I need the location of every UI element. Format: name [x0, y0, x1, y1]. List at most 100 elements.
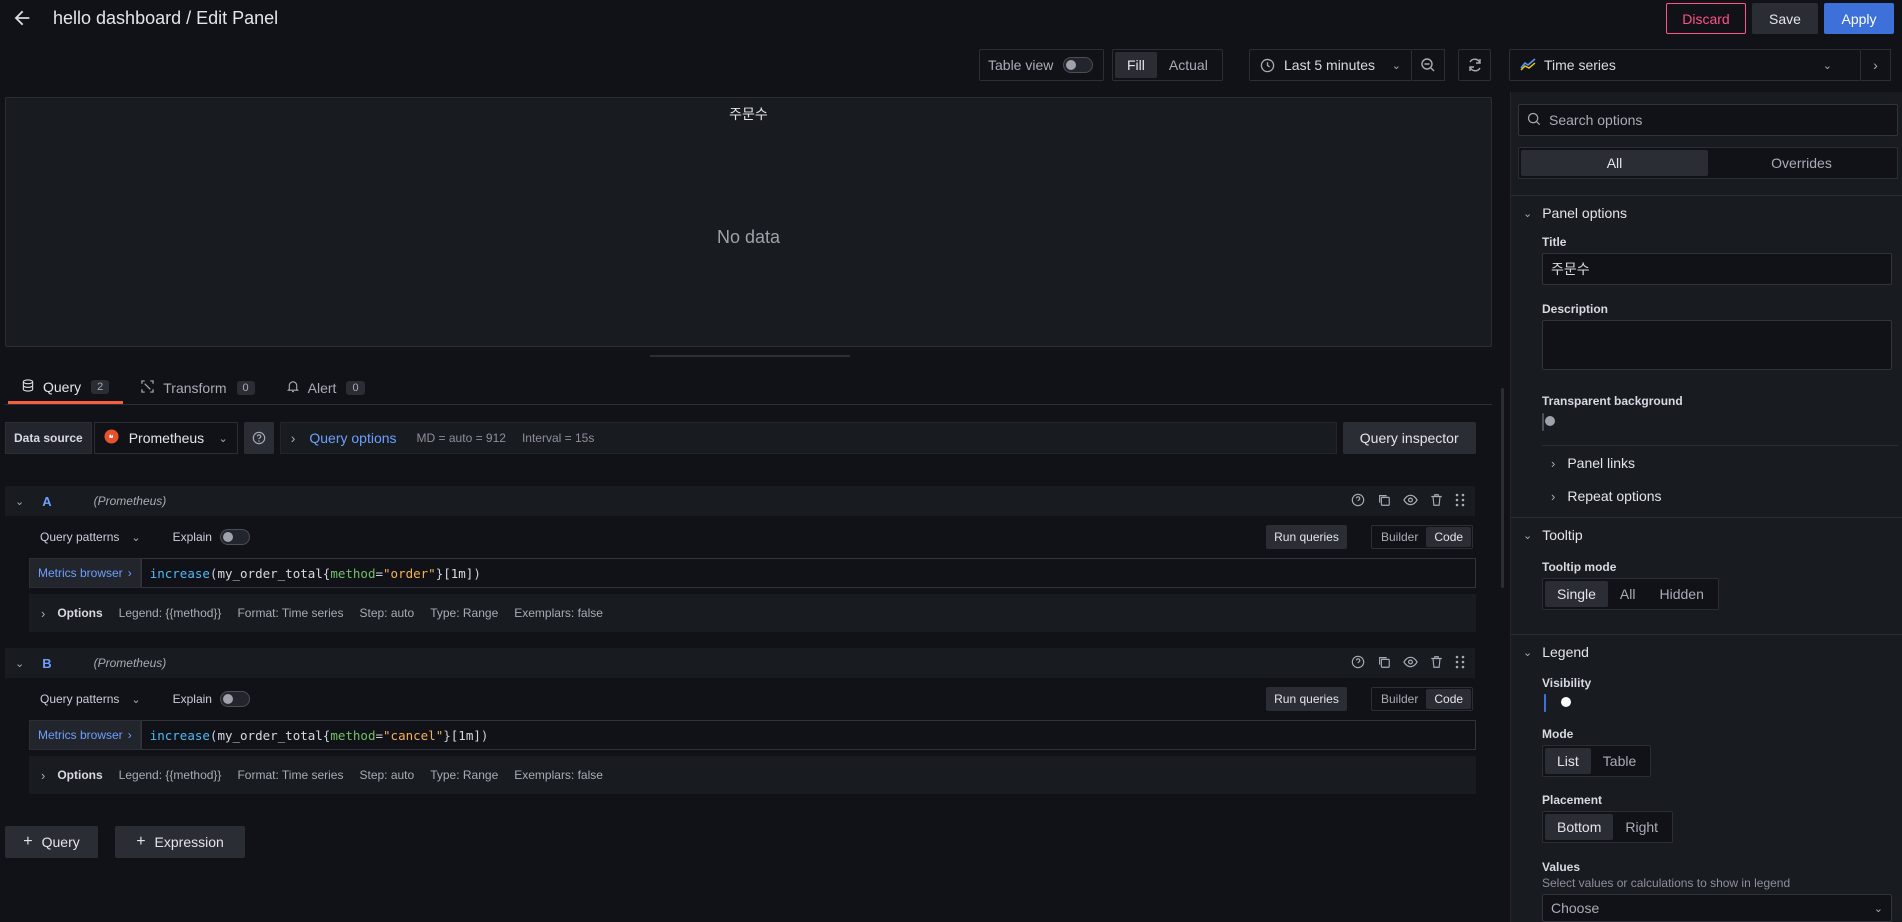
duplicate-icon[interactable] — [1377, 493, 1391, 510]
chevron-down-icon: ⌄ — [1523, 529, 1533, 542]
collapse-options-icon[interactable]: › — [1861, 49, 1891, 81]
run-queries-button-a[interactable]: Run queries — [1266, 525, 1347, 549]
query-options-b[interactable]: › Options Legend: {{method}} Format: Tim… — [29, 756, 1476, 794]
refresh-icon[interactable] — [1458, 49, 1491, 81]
duplicate-icon[interactable] — [1377, 655, 1391, 672]
query-editor-b[interactable]: increase(my_order_total{method = "cancel"}… — [140, 720, 1476, 750]
legend-mode-switch[interactable]: List Table — [1542, 745, 1652, 777]
panel-preview: 주문수 No data — [5, 97, 1492, 347]
zoom-out-icon[interactable] — [1412, 49, 1445, 81]
trash-icon[interactable] — [1430, 655, 1443, 672]
description-textarea[interactable] — [1542, 320, 1892, 370]
tooltip-mode-switch[interactable]: Single All Hidden — [1542, 578, 1719, 610]
chevron-down-icon[interactable]: ⌄ — [15, 495, 24, 508]
time-range-picker[interactable]: Last 5 minutes ⌄ — [1249, 49, 1412, 81]
tooltip-mode-all[interactable]: All — [1608, 581, 1648, 607]
query-patterns-b[interactable]: Query patterns — [40, 692, 119, 706]
legend-mode-table[interactable]: Table — [1591, 748, 1648, 774]
metrics-browser-label: Metrics browser — [38, 728, 123, 742]
datasource-picker[interactable]: Prometheus ⌄ — [93, 422, 238, 454]
add-query-button[interactable]: + Query — [5, 826, 98, 858]
query-options-a[interactable]: › Options Legend: {{method}} Format: Tim… — [29, 594, 1476, 632]
explain-toggle-b[interactable] — [219, 691, 250, 707]
chevron-down-icon[interactable]: ⌄ — [15, 657, 24, 670]
panel-links-header[interactable]: › Panel links — [1551, 450, 1635, 476]
panel-options-label: Panel options — [1542, 205, 1628, 221]
actual-option[interactable]: Actual — [1157, 52, 1220, 78]
query-patterns-a[interactable]: Query patterns — [40, 530, 119, 544]
option-step: Step: auto — [359, 768, 415, 782]
search-options-input[interactable]: Search options — [1518, 104, 1898, 136]
metrics-browser-button-b[interactable]: Metrics browser › — [29, 720, 141, 750]
drag-handle-icon[interactable] — [1455, 493, 1465, 510]
title-label: Title — [1542, 235, 1567, 249]
legend-placement-switch[interactable]: Bottom Right — [1542, 811, 1674, 843]
legend-mode-list[interactable]: List — [1545, 748, 1591, 774]
back-arrow-icon[interactable] — [10, 6, 34, 30]
tooltip-header[interactable]: ⌄ Tooltip — [1523, 522, 1583, 548]
chevron-down-icon: ⌄ — [1523, 646, 1533, 659]
eye-icon[interactable] — [1403, 655, 1418, 672]
title-input[interactable]: 주문수 — [1542, 253, 1892, 285]
table-view-toggle[interactable] — [1063, 57, 1094, 73]
query-row-b: ⌄ B (Prometheus) — [5, 648, 1475, 678]
builder-option-a[interactable]: Builder — [1373, 527, 1426, 547]
tooltip-mode-hidden[interactable]: Hidden — [1647, 581, 1715, 607]
expr-label-key: method — [330, 727, 376, 743]
fill-actual-switch[interactable]: Fill Actual — [1112, 49, 1223, 81]
all-overrides-switch[interactable]: All Overrides — [1518, 147, 1898, 179]
code-option-a[interactable]: Code — [1426, 527, 1472, 547]
fill-option[interactable]: Fill — [1115, 52, 1157, 78]
all-option[interactable]: All — [1521, 150, 1708, 176]
tab-query[interactable]: Query 2 — [8, 372, 124, 404]
query-ref-b[interactable]: B — [42, 656, 51, 671]
builder-option-b[interactable]: Builder — [1373, 689, 1426, 709]
values-select[interactable]: Choose ⌄ — [1542, 894, 1892, 922]
apply-button[interactable]: Apply — [1824, 3, 1894, 34]
chevron-down-icon[interactable]: ⌄ — [131, 531, 140, 544]
tab-transform-label: Transform — [163, 380, 227, 396]
run-queries-button-b[interactable]: Run queries — [1266, 687, 1347, 711]
chevron-right-icon: › — [290, 430, 296, 446]
tab-transform[interactable]: Transform 0 — [127, 372, 268, 404]
option-type: Type: Range — [430, 606, 499, 620]
resize-handle[interactable] — [650, 355, 850, 357]
repeat-options-header[interactable]: › Repeat options — [1551, 483, 1662, 509]
tooltip-mode-label: Tooltip mode — [1542, 560, 1617, 574]
placement-bottom[interactable]: Bottom — [1545, 814, 1614, 840]
code-option-b[interactable]: Code — [1426, 689, 1472, 709]
visibility-toggle[interactable] — [1544, 694, 1546, 712]
placement-right[interactable]: Right — [1613, 814, 1670, 840]
help-icon[interactable] — [243, 422, 274, 454]
explain-toggle-a[interactable] — [219, 529, 250, 545]
discard-button[interactable]: Discard — [1666, 3, 1746, 34]
builder-code-switch-b[interactable]: Builder Code — [1371, 687, 1474, 711]
transparent-toggle[interactable] — [1542, 413, 1544, 431]
help-icon[interactable] — [1351, 655, 1365, 672]
panel-options-header[interactable]: ⌄ Panel options — [1523, 200, 1627, 226]
editor-scrollbar[interactable] — [1501, 388, 1504, 588]
query-inspector-button[interactable]: Query inspector — [1342, 422, 1476, 454]
metrics-browser-button-a[interactable]: Metrics browser › — [29, 558, 141, 588]
builder-code-switch-a[interactable]: Builder Code — [1371, 525, 1474, 549]
query-options-bar[interactable]: › Query options MD = auto = 912 Interval… — [279, 422, 1337, 454]
table-view-control[interactable]: Table view — [979, 49, 1104, 81]
chevron-down-icon: ⌄ — [1391, 59, 1401, 72]
repeat-options-label: Repeat options — [1567, 488, 1662, 504]
legend-header[interactable]: ⌄ Legend — [1523, 639, 1589, 665]
visualization-picker[interactable]: Time series ⌄ — [1509, 49, 1861, 81]
options-label: Options — [57, 768, 103, 782]
query-editor-a[interactable]: increase(my_order_total{method = "order"}[… — [140, 558, 1476, 588]
eye-icon[interactable] — [1403, 493, 1418, 510]
chevron-down-icon[interactable]: ⌄ — [131, 693, 140, 706]
save-button[interactable]: Save — [1752, 3, 1818, 34]
tab-alert[interactable]: Alert 0 — [273, 372, 379, 404]
panel-title: 주문수 — [729, 106, 768, 122]
drag-handle-icon[interactable] — [1455, 655, 1465, 672]
overrides-option[interactable]: Overrides — [1708, 150, 1895, 176]
trash-icon[interactable] — [1430, 493, 1443, 510]
query-ref-a[interactable]: A — [42, 494, 51, 509]
help-icon[interactable] — [1351, 493, 1365, 510]
tooltip-mode-single[interactable]: Single — [1545, 581, 1608, 607]
add-expression-button[interactable]: + Expression — [115, 826, 245, 858]
